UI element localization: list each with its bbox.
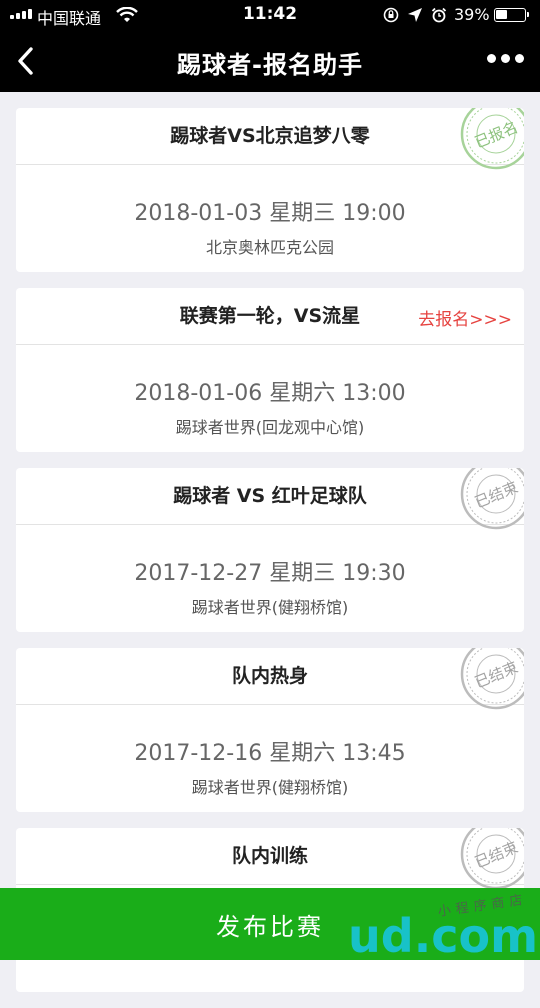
- match-title: 队内热身: [16, 648, 524, 705]
- match-venue: 踢球者世界(健翔桥馆): [191, 598, 349, 617]
- match-card[interactable]: 踢球者VS北京追梦八零 2018-01-03 星期三 19:00 北京奥林匹克公…: [16, 108, 524, 272]
- stamp-text: 已结束: [472, 838, 520, 872]
- stamp-text: 已报名: [472, 118, 520, 152]
- match-datetime: 2018-01-06 星期六 13:00: [134, 381, 406, 406]
- ended-stamp-icon: 已结束: [460, 648, 524, 710]
- battery-icon: [494, 8, 529, 22]
- battery-percent: 39%: [454, 5, 490, 24]
- page-title: 踢球者-报名助手: [177, 51, 363, 79]
- register-link[interactable]: 去报名>>>: [418, 305, 512, 330]
- publish-match-button[interactable]: 发布比赛: [0, 888, 540, 960]
- stamp-text: 已结束: [472, 658, 520, 692]
- rotation-lock-icon: [383, 7, 399, 23]
- location-arrow-icon: [408, 8, 422, 22]
- match-venue: 踢球者世界(健翔桥馆): [191, 778, 349, 797]
- match-card[interactable]: 队内热身 2017-12-16 星期六 13:45 踢球者世界(健翔桥馆) 已结…: [16, 648, 524, 812]
- ended-stamp-icon: 已结束: [460, 468, 524, 530]
- registered-stamp-icon: 已报名: [460, 108, 524, 170]
- match-datetime: 2017-12-16 星期六 13:45: [134, 741, 406, 766]
- match-card[interactable]: 联赛第一轮，VS流星 2018-01-06 星期六 13:00 踢球者世界(回龙…: [16, 288, 524, 452]
- navigation-bar: 踢球者-报名助手: [0, 30, 540, 92]
- alarm-clock-icon: [431, 7, 447, 23]
- match-venue: 北京奥林匹克公园: [205, 238, 334, 257]
- stamp-text: 已结束: [472, 478, 520, 512]
- ended-stamp-icon: 已结束: [460, 828, 524, 890]
- match-datetime: 2017-12-27 星期三 19:30: [134, 561, 406, 586]
- match-list: 踢球者VS北京追梦八零 2018-01-03 星期三 19:00 北京奥林匹克公…: [16, 108, 524, 1008]
- status-bar: 中国联通 11:42 39%: [0, 0, 540, 30]
- match-title: 踢球者VS北京追梦八零: [16, 108, 524, 165]
- match-title: 队内训练: [16, 828, 524, 885]
- match-datetime: 2018-01-03 星期三 19:00: [134, 201, 406, 226]
- match-card[interactable]: 踢球者 VS 红叶足球队 2017-12-27 星期三 19:30 踢球者世界(…: [16, 468, 524, 632]
- match-venue: 踢球者世界(回龙观中心馆): [175, 418, 365, 437]
- more-dots-icon[interactable]: [487, 54, 524, 63]
- match-title: 踢球者 VS 红叶足球队: [16, 468, 524, 525]
